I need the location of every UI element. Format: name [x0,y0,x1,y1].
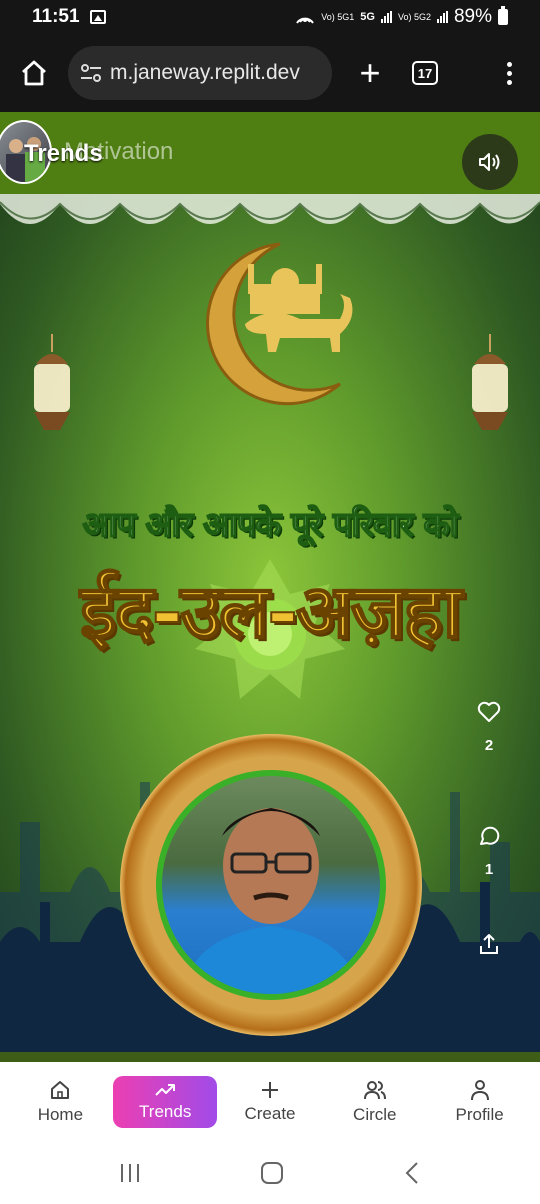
hotspot-icon [296,17,315,24]
screen: 11:51 Vo) 5G1 5G Vo) 5G2 89% m.janeway.r… [0,0,540,1204]
nav-trends-label: Trends [139,1102,192,1121]
browser-home-button[interactable] [16,55,52,91]
site-settings-icon[interactable] [80,63,102,83]
profile-photo [156,770,386,1000]
signal-bars-icon [380,11,392,23]
like-count: 2 [484,737,494,754]
trending-icon [155,1084,176,1096]
bottom-navigation: Home Trends Create Circle Profile [0,1062,540,1142]
lantern-right-icon [472,334,508,430]
people-icon [363,1081,386,1100]
sim1-label: Vo) 5G1 [321,11,355,22]
sim2-label: Vo) 5G2 [397,11,431,22]
post-actions: 2 1 [464,692,514,964]
greeting-text: आप और आपके पूरे परिवार को [82,504,459,546]
feed-post[interactable]: आप और आपके पूरे परिवार को ईद-उल-अज़हा Mo… [0,112,540,1062]
nav-home-label: Home [37,1105,84,1124]
heart-icon [477,701,501,722]
comment-count: 1 [484,861,494,878]
crescent-moon-icon [205,242,353,406]
network-type-label: 5G [360,10,375,23]
back-icon[interactable] [402,1160,422,1186]
nav-create[interactable]: Create [218,1076,322,1128]
battery-percent: 89% [453,6,492,27]
person-silhouette [182,808,360,994]
status-right: Vo) 5G1 5G Vo) 5G2 89% [295,6,508,28]
plus-icon [261,1082,278,1098]
user-icon [470,1080,489,1101]
new-tab-button[interactable]: + [352,52,388,94]
next-post-peek [0,1052,540,1062]
battery-icon [498,6,508,25]
share-icon [480,934,498,954]
comment-icon [480,826,500,845]
home-icon [22,60,46,86]
system-navigation-bar [0,1142,540,1204]
system-home-icon[interactable] [259,1160,285,1186]
share-button[interactable] [469,924,509,964]
nav-home[interactable]: Home [8,1076,112,1128]
recent-apps-icon[interactable] [118,1162,142,1184]
tab-switcher-button[interactable]: 17 [412,61,438,85]
nav-circle[interactable]: Circle [323,1076,427,1128]
signal-bars-2-icon [436,11,448,23]
url-text: m.janeway.replit.dev [110,61,300,84]
like-button[interactable] [469,692,509,732]
nav-profile[interactable]: Profile [428,1076,532,1128]
nav-create-label: Create [244,1104,296,1123]
nav-trends[interactable]: Trends [113,1076,218,1128]
status-bar: 11:51 Vo) 5G1 5G Vo) 5G2 89% [0,0,540,34]
status-time: 11:51 [32,6,80,27]
nav-circle-label: Circle [353,1105,397,1124]
comment-button[interactable] [469,816,509,856]
address-bar[interactable]: m.janeway.replit.dev [68,46,332,100]
nav-profile-label: Profile [455,1105,504,1124]
post-image[interactable]: आप और आपके पूरे परिवार को ईद-उल-अज़हा [0,194,540,1062]
sound-toggle-button[interactable] [462,134,518,190]
browser-menu-button[interactable] [507,61,512,85]
home-icon [51,1081,70,1099]
lantern-left-icon [34,334,70,430]
page-title: Trends [24,140,103,167]
volume-icon [479,153,500,171]
browser-toolbar: m.janeway.replit.dev + 17 [0,34,540,112]
gallery-notification-icon [89,10,106,24]
